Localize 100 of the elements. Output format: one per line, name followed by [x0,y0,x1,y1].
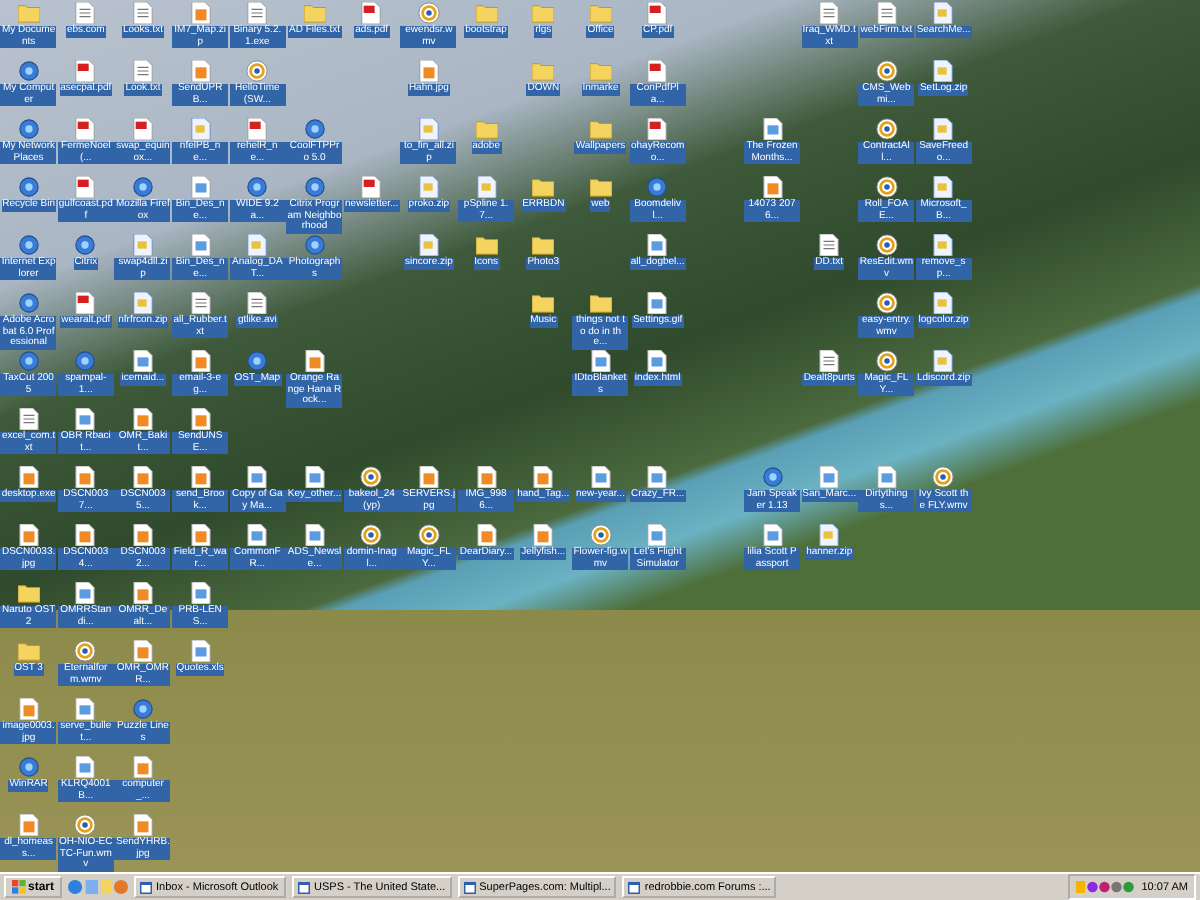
image-file-icon [131,756,154,778]
window-icon [463,881,476,893]
media-file-icon [875,350,898,372]
document-icon [246,466,269,488]
window-icon [140,881,153,893]
pdf-file-icon [131,118,154,140]
folder-icon [532,292,555,314]
text-file-icon [246,292,269,314]
image-file-icon [532,466,555,488]
document-icon [74,408,97,430]
window-icon [628,881,641,893]
document-icon [646,466,669,488]
media-file-icon [246,60,269,82]
text-file-icon [818,2,841,24]
image-file-icon [17,466,40,488]
text-file-icon [74,2,97,24]
text-file-icon [17,408,40,430]
document-icon [646,234,669,256]
folder-icon [532,2,555,24]
archive-file-icon [417,118,440,140]
program-icon [303,234,326,256]
program-icon [17,756,40,778]
archive-file-icon [932,350,955,372]
image-file-icon [17,814,40,836]
text-file-icon [131,60,154,82]
image-file-icon [17,524,40,546]
document-icon [646,524,669,546]
folder-icon [532,60,555,82]
media-file-icon [74,814,97,836]
program-icon [17,292,40,314]
archive-file-icon [131,292,154,314]
pdf-file-icon [360,2,383,24]
archive-file-icon [818,524,841,546]
image-file-icon [74,466,97,488]
document-icon [303,466,326,488]
program-icon [246,176,269,198]
image-file-icon [131,408,154,430]
text-file-icon [131,2,154,24]
folder-icon [532,234,555,256]
text-file-icon [818,234,841,256]
pdf-file-icon [360,176,383,198]
media-file-icon [875,60,898,82]
media-file-icon [417,2,440,24]
program-icon [74,234,97,256]
document-icon [74,698,97,720]
archive-file-icon [417,176,440,198]
archive-file-icon [932,234,955,256]
document-icon [74,582,97,604]
archive-file-icon [932,60,955,82]
media-file-icon [875,118,898,140]
program-icon [17,118,40,140]
windows-logo-icon [12,880,26,894]
image-file-icon [131,466,154,488]
text-file-icon [875,2,898,24]
media-file-icon [589,524,612,546]
program-icon [17,350,40,372]
pdf-file-icon [74,118,97,140]
program-icon [303,118,326,140]
pdf-file-icon [74,292,97,314]
window-icon [298,881,311,893]
image-file-icon [131,524,154,546]
quick-launch-icons-drawing[interactable] [68,878,129,896]
image-file-icon [532,524,555,546]
media-file-icon [360,524,383,546]
image-file-icon [303,350,326,372]
program-icon [131,176,154,198]
media-file-icon [417,524,440,546]
image-file-icon [131,582,154,604]
archive-file-icon [932,176,955,198]
program-icon [131,698,154,720]
document-icon [303,524,326,546]
pdf-file-icon [246,118,269,140]
media-file-icon [875,176,898,198]
text-file-icon [818,350,841,372]
pdf-file-icon [646,60,669,82]
archive-file-icon [932,118,955,140]
document-icon [131,350,154,372]
pdf-file-icon [74,60,97,82]
archive-file-icon [246,234,269,256]
document-icon [875,466,898,488]
media-file-icon [74,640,97,662]
media-file-icon [875,234,898,256]
media-file-icon [875,292,898,314]
program-icon [303,176,326,198]
image-file-icon [131,814,154,836]
program-icon [74,350,97,372]
program-icon [246,350,269,372]
document-icon [646,350,669,372]
program-icon [761,466,784,488]
document-icon [589,350,612,372]
image-file-icon [417,60,440,82]
archive-file-icon [932,292,955,314]
image-file-icon [74,524,97,546]
media-file-icon [360,466,383,488]
image-file-icon [131,640,154,662]
image-file-icon [17,698,40,720]
program-icon [17,60,40,82]
media-file-icon [932,466,955,488]
tray-icons-drawing[interactable] [1075,880,1136,894]
image-file-icon [417,466,440,488]
